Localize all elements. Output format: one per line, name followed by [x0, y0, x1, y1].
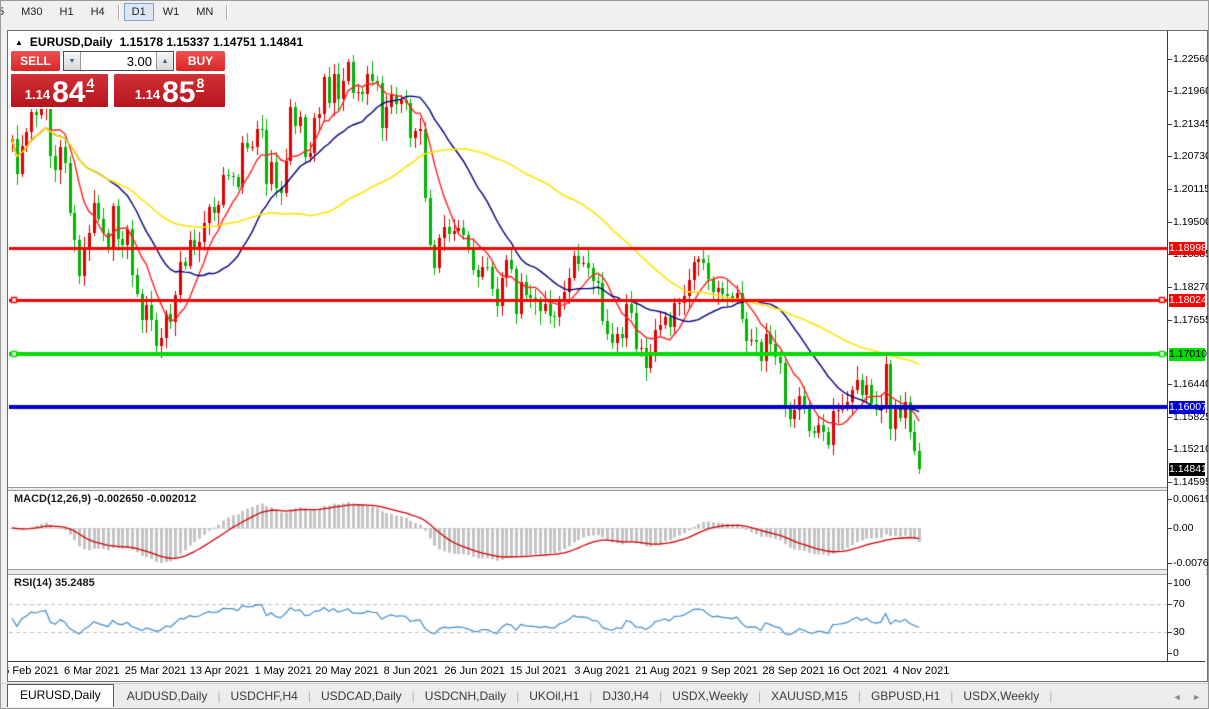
ohlc-values: 1.15178 1.15337 1.14751 1.14841	[120, 35, 304, 49]
date-axis-label: 3 Aug 2021	[574, 665, 630, 677]
timeframe-button-h4[interactable]: H4	[83, 3, 113, 21]
date-axis-label: 16 Feb 2021	[8, 665, 59, 677]
price-axis-label: 1.20730	[1173, 150, 1209, 163]
volume-input[interactable]	[81, 52, 156, 70]
date-axis-label: 25 Mar 2021	[125, 665, 187, 677]
timeframe-button-mn[interactable]: MN	[188, 3, 221, 21]
chart-window: 1.22560 1.21960 1.21345 1.20730 1.20115 1.195…	[7, 30, 1208, 682]
tab-usdx-weekly[interactable]: USDX,Weekly	[663, 686, 757, 707]
chart-tab-bar: EURUSD,DailyAUDUSD,Daily|USDCHF,H4|USDCA…	[1, 683, 1209, 707]
price-axis-label: 1.15210	[1173, 443, 1209, 456]
tab-eurusd-daily-active[interactable]: EURUSD,Daily	[7, 684, 114, 707]
timeframe-button-m30[interactable]: M30	[13, 3, 50, 21]
tab-audusd-daily[interactable]: AUDUSD,Daily	[118, 686, 217, 707]
tab-scroll-arrows: ◄ ►	[1169, 692, 1205, 702]
price-axis-label: 1.18270	[1173, 281, 1209, 294]
price-axis-label: 1.17655	[1173, 314, 1209, 327]
price-level-badge: 1.16007	[1169, 401, 1205, 414]
macd-axis-label: 0.00	[1173, 522, 1193, 535]
timeframe-toolbar: 5M30H1H4 D1W1MN	[1, 1, 1208, 30]
toolbar-separator	[118, 5, 120, 20]
price-level-badge: 1.14841	[1169, 463, 1205, 476]
sell-price-display[interactable]: 1.14 84 4	[11, 74, 108, 107]
timeframe-button-w1[interactable]: W1	[155, 3, 188, 21]
date-axis-label: 16 Oct 2021	[827, 665, 887, 677]
tab-xauusd-m15[interactable]: XAUUSD,M15	[762, 686, 857, 707]
date-axis-label: 6 Mar 2021	[64, 665, 120, 677]
macd-indicator-label: MACD(12,26,9) -0.002650 -0.002012	[14, 493, 196, 505]
rsi-axis-label: 100	[1173, 577, 1191, 590]
timeframe-button-5[interactable]: 5	[1, 3, 12, 21]
sell-price-pip: 4	[86, 77, 94, 92]
collapse-panel-icon[interactable]: ▲	[15, 38, 23, 47]
date-axis-label: 15 Jul 2021	[510, 665, 567, 677]
date-axis-label: 21 Aug 2021	[635, 665, 697, 677]
price-axis-label: 1.16440	[1173, 378, 1209, 391]
tab-usdchf-h4[interactable]: USDCHF,H4	[222, 686, 307, 707]
price-level-badge: 1.18024	[1169, 294, 1205, 307]
buy-price-prefix: 1.14	[135, 87, 160, 102]
rsi-canvas[interactable]	[9, 575, 1167, 661]
buy-price-big: 85	[162, 79, 195, 106]
macd-axis-label: 0.006193	[1173, 493, 1209, 506]
price-axis: 1.22560 1.21960 1.21345 1.20730 1.20115 1.195…	[1167, 31, 1206, 661]
volume-decrease-icon[interactable]: ▼	[64, 52, 81, 70]
date-axis-label: 13 Apr 2021	[190, 665, 249, 677]
date-axis-label: 20 May 2021	[315, 665, 379, 677]
timeframe-button-h1[interactable]: H1	[52, 3, 82, 21]
date-axis: 16 Feb 2021 6 Mar 2021 25 Mar 202113 Apr 2…	[8, 661, 1205, 680]
tab-scroll-right-icon[interactable]: ►	[1188, 692, 1205, 702]
price-level-badge: 1.18998	[1169, 242, 1205, 255]
price-axis-label: 1.22560	[1173, 53, 1209, 66]
tab-ukoil-h1[interactable]: UKOil,H1	[520, 686, 588, 707]
price-axis-label: 1.19500	[1173, 216, 1209, 229]
one-click-trading-panel: SELL ▼ ▲ BUY 1.14 84 4 1.14 85 8	[9, 48, 227, 109]
rsi-axis-label: 30	[1173, 626, 1185, 639]
price-axis-label: 1.21960	[1173, 85, 1209, 98]
date-axis-label: 8 Jun 2021	[384, 665, 438, 677]
date-axis-label: 9 Sep 2021	[702, 665, 758, 677]
tab-dj30-h4[interactable]: DJ30,H4	[593, 686, 658, 707]
tab-gbpusd-h1[interactable]: GBPUSD,H1	[862, 686, 949, 707]
toolbar-separator	[226, 5, 228, 20]
rsi-indicator-label: RSI(14) 35.2485	[14, 577, 95, 589]
volume-spinner: ▼ ▲	[63, 51, 174, 71]
tab-scroll-left-icon[interactable]: ◄	[1169, 692, 1186, 702]
tab-usdx-weekly[interactable]: USDX,Weekly	[954, 686, 1048, 707]
price-axis-label: 1.20115	[1173, 183, 1209, 196]
timeframe-button-d1[interactable]: D1	[124, 3, 154, 21]
symbol-title: EURUSD,Daily	[30, 35, 113, 49]
tab-usdcnh-daily[interactable]: USDCNH,Daily	[416, 686, 515, 707]
buy-price-display[interactable]: 1.14 85 8	[114, 74, 225, 107]
sell-button[interactable]: SELL	[11, 51, 60, 71]
date-axis-label: 26 Jun 2021	[444, 665, 505, 677]
chart-title: ▲ EURUSD,Daily 1.15178 1.15337 1.14751 1…	[15, 35, 303, 49]
tab-separator: |	[1048, 689, 1053, 707]
rsi-axis-label: 0	[1173, 647, 1179, 660]
price-axis-label: 1.14595	[1173, 476, 1209, 489]
volume-increase-icon[interactable]: ▲	[156, 52, 173, 70]
macd-axis-label: -0.00762	[1173, 557, 1209, 570]
rsi-axis-label: 70	[1173, 598, 1185, 611]
sell-price-prefix: 1.14	[25, 87, 50, 102]
sell-price-big: 84	[52, 79, 85, 106]
tab-usdcad-daily[interactable]: USDCAD,Daily	[312, 686, 411, 707]
trading-app-window: 5M30H1H4 D1W1MN 1.22560 1.21960 1.21345 1.20…	[0, 0, 1209, 709]
price-axis-label: 1.21345	[1173, 118, 1209, 131]
date-axis-label: 1 May 2021	[254, 665, 311, 677]
date-axis-label: 28 Sep 2021	[762, 665, 824, 677]
buy-price-pip: 8	[196, 77, 204, 92]
price-level-badge: 1.17010	[1169, 348, 1205, 361]
buy-button[interactable]: BUY	[176, 51, 225, 71]
date-axis-label: 4 Nov 2021	[893, 665, 949, 677]
